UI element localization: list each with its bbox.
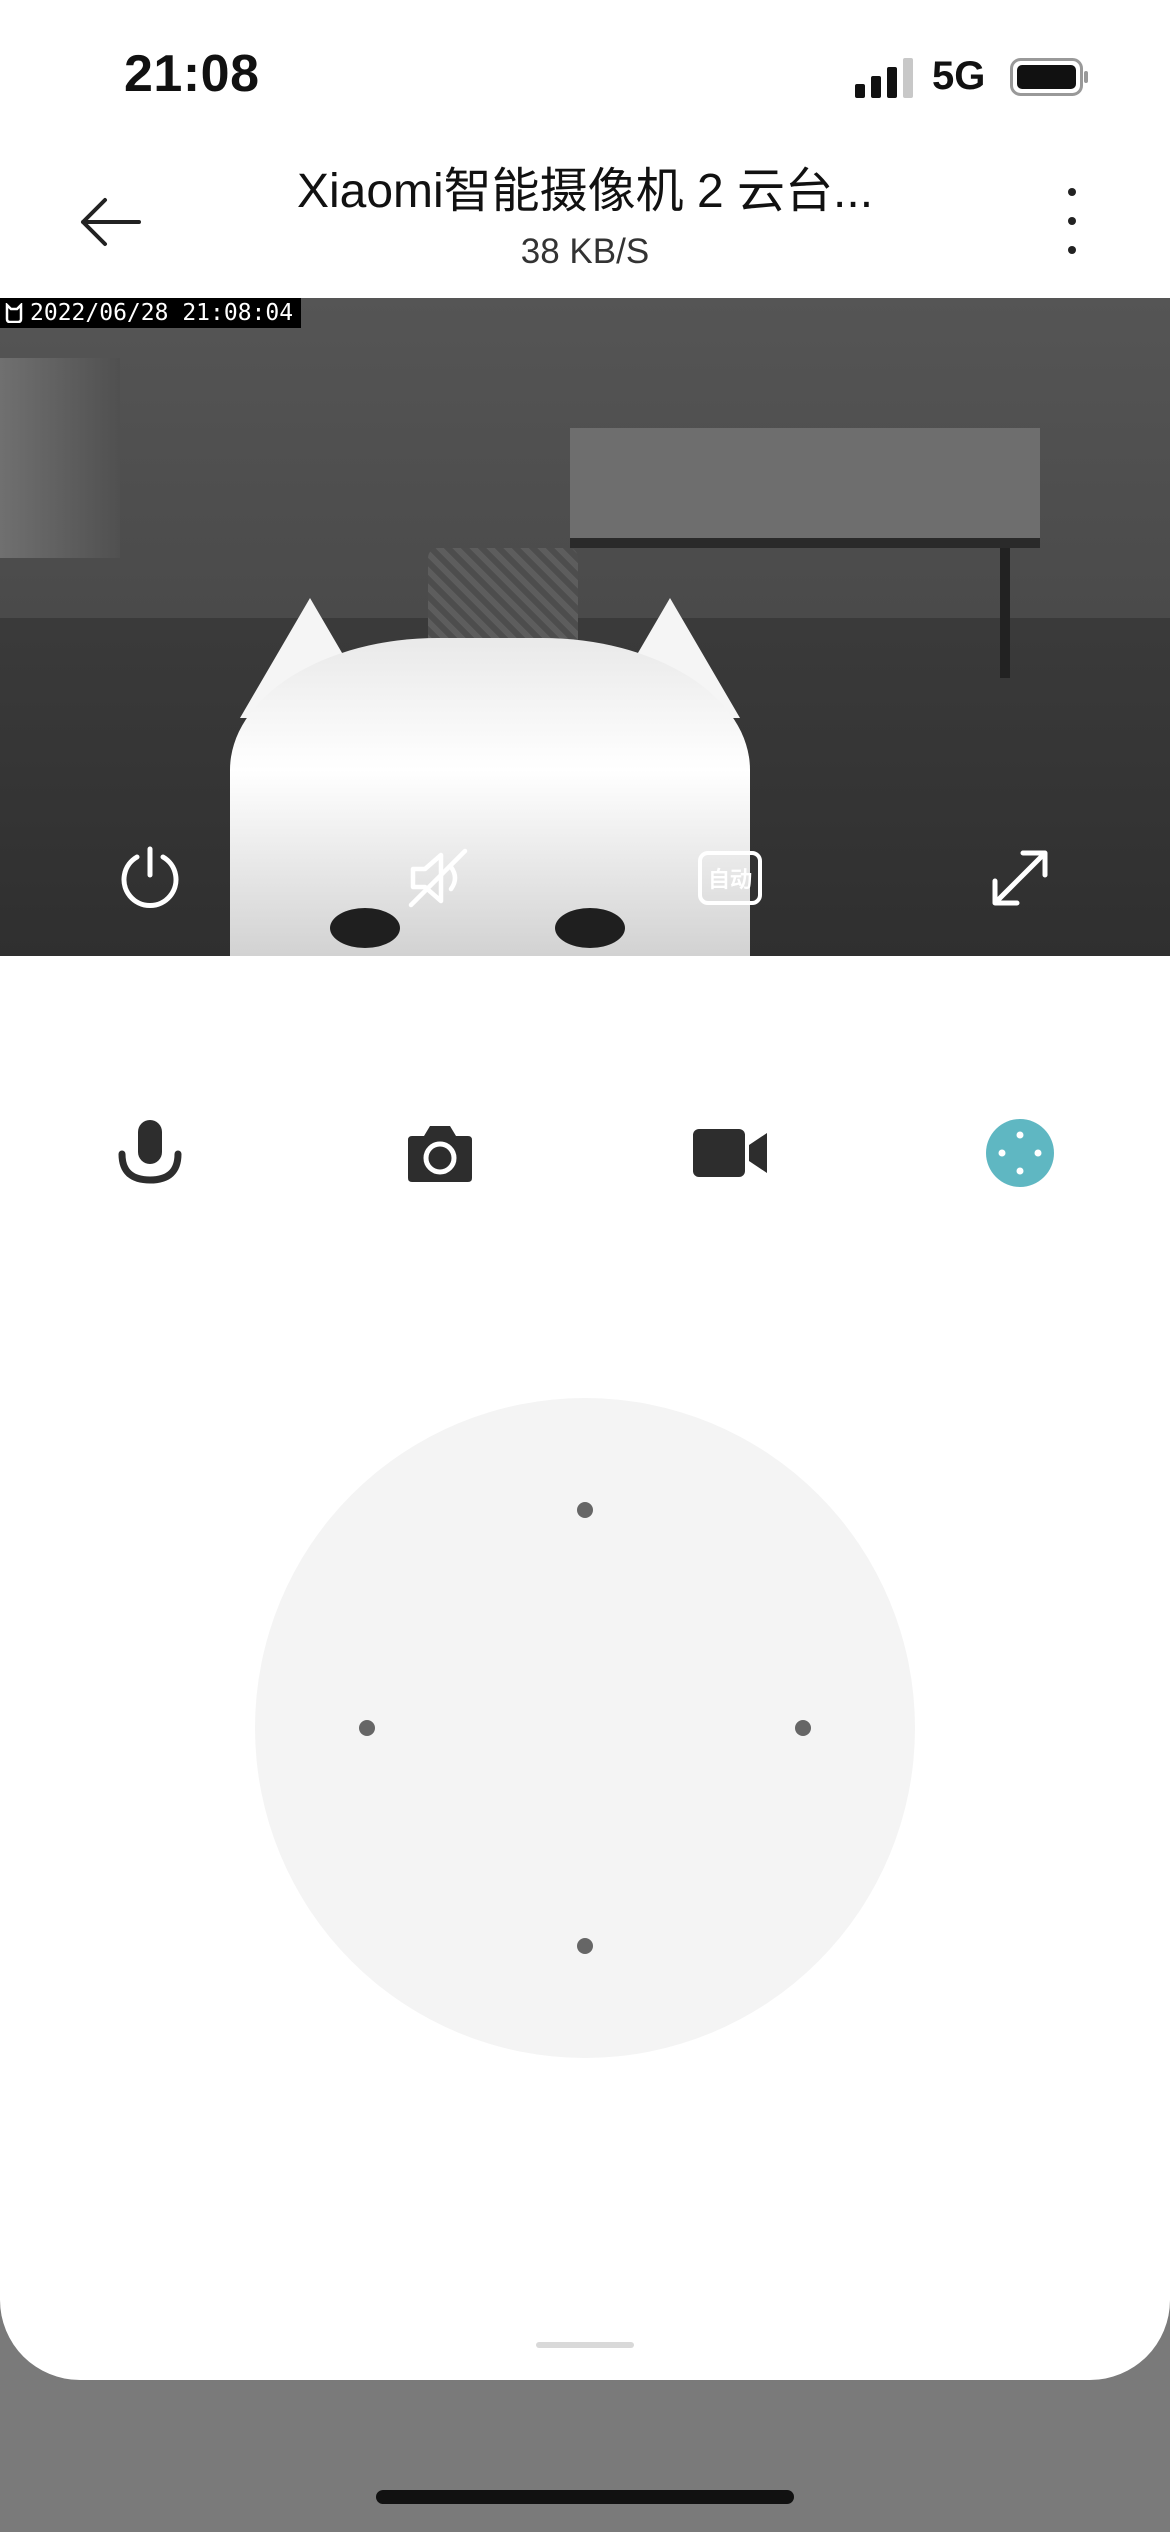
power-icon — [121, 846, 179, 908]
speaker-muted-icon — [408, 848, 468, 908]
expand-icon — [992, 850, 1048, 906]
live-video-view[interactable]: 2022/06/28 21:08:04 自动 — [0, 298, 1170, 956]
pan-right-indicator[interactable] — [795, 1720, 811, 1736]
more-dot-icon — [1068, 217, 1076, 225]
signal-strength-icon — [855, 58, 913, 98]
cat-eye — [555, 908, 625, 948]
stream-speed: 38 KB/S — [520, 232, 650, 271]
video-camera-icon — [693, 1129, 767, 1177]
camera-screen: 21:08 5G Xiaomi智能摄像机 2 云台... 38 KB/S 202… — [0, 0, 1170, 2380]
more-options-button[interactable] — [1050, 188, 1094, 254]
back-button[interactable] — [68, 180, 152, 264]
status-time: 21:08 — [124, 45, 260, 103]
video-timestamp: 2022/06/28 21:08:04 — [0, 298, 302, 328]
mi-logo-icon — [5, 303, 23, 323]
microphone-icon — [118, 1120, 182, 1184]
ptz-control-button[interactable] — [972, 1105, 1068, 1201]
cat-eye — [330, 908, 400, 948]
quality-label: 自动 — [698, 851, 762, 905]
battery-icon — [1010, 58, 1088, 96]
home-indicator[interactable] — [376, 2490, 794, 2504]
timestamp-text: 2022/06/28 21:08:04 — [30, 300, 294, 326]
pan-left-indicator[interactable] — [359, 1720, 375, 1736]
fullscreen-button[interactable] — [980, 838, 1060, 918]
network-type: 5G — [932, 54, 986, 98]
quality-button[interactable]: 自动 — [690, 838, 770, 918]
record-button[interactable] — [682, 1105, 778, 1201]
power-button[interactable] — [110, 838, 190, 918]
sheet-drag-handle[interactable] — [536, 2342, 634, 2348]
video-scene-table-leg — [1000, 548, 1010, 678]
pan-down-indicator[interactable] — [577, 1938, 593, 1954]
pan-up-indicator[interactable] — [577, 1502, 593, 1518]
back-arrow-icon — [81, 198, 141, 246]
video-scene-curtain — [0, 358, 120, 558]
ptz-direction-pad[interactable] — [255, 1398, 915, 2058]
video-scene-cat — [230, 638, 750, 956]
video-scene-table — [570, 428, 1040, 548]
more-dot-icon — [1068, 188, 1076, 196]
camera-icon — [408, 1126, 472, 1182]
more-dot-icon — [1068, 246, 1076, 254]
talk-button[interactable] — [102, 1105, 198, 1201]
device-title: Xiaomi智能摄像机 2 云台... — [296, 165, 874, 218]
snapshot-button[interactable] — [392, 1105, 488, 1201]
direction-pad-icon — [986, 1119, 1054, 1187]
mute-toggle-button[interactable] — [400, 838, 480, 918]
